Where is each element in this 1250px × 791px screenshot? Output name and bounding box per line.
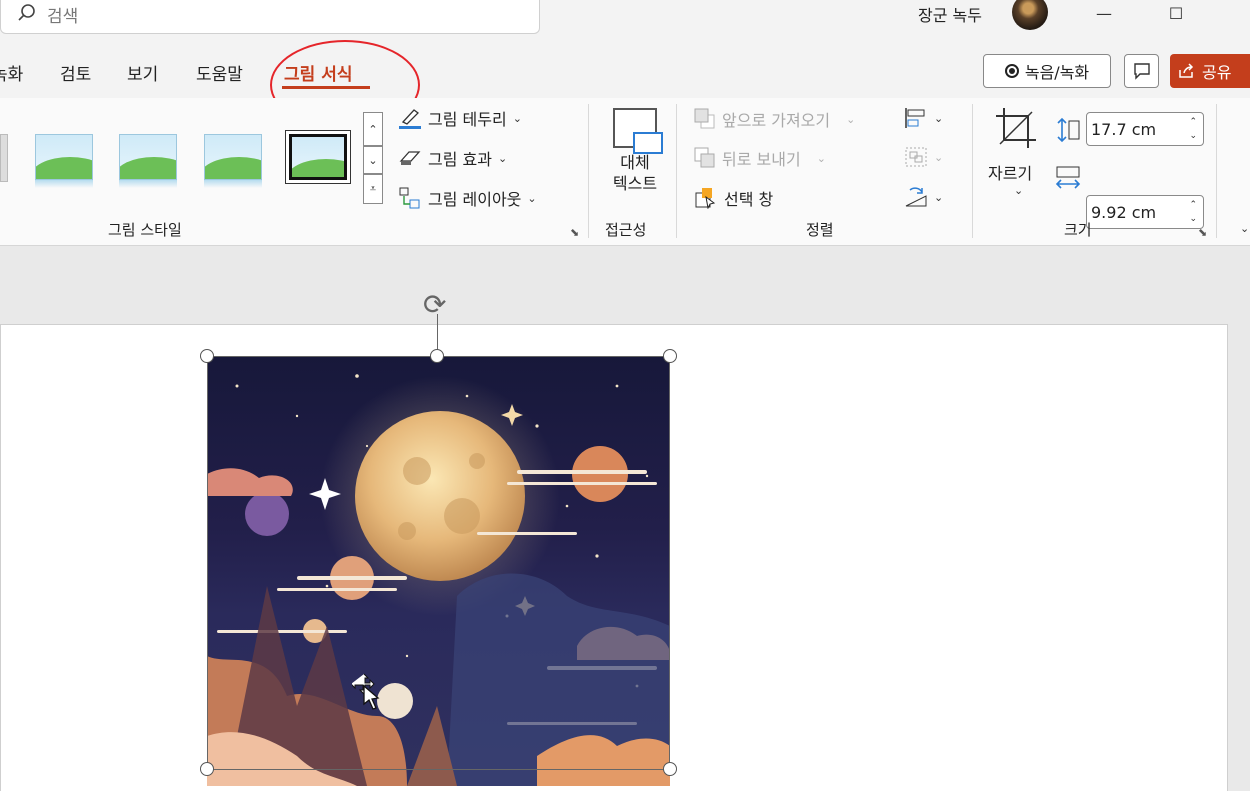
search-placeholder: 검색 xyxy=(47,6,79,27)
comments-button[interactable] xyxy=(1124,54,1159,88)
ribbon-collapse-icon[interactable]: ⌄ xyxy=(1240,222,1249,235)
tab-help[interactable]: 도움말 xyxy=(196,60,243,85)
chevron-down-icon: ⌄ xyxy=(816,151,826,165)
selection-pane-icon xyxy=(695,188,716,209)
resize-handle-top-left[interactable] xyxy=(200,349,214,363)
minimize-button[interactable]: — xyxy=(1084,0,1124,26)
chevron-down-icon: ⌄ xyxy=(512,111,522,125)
shape-width-icon xyxy=(1054,164,1082,196)
chevron-down-icon: ⌄ xyxy=(527,191,537,205)
share-icon xyxy=(1179,63,1194,78)
group-label-picture-styles: 그림 스타일 xyxy=(108,221,182,239)
shape-height-field[interactable]: 17.7 cm ⌃ ⌄ xyxy=(1086,112,1204,146)
record-button[interactable]: 녹음/녹화 xyxy=(983,54,1111,88)
shape-width-field[interactable]: 9.92 cm ⌃ ⌄ xyxy=(1086,195,1204,229)
search-icon xyxy=(18,4,35,21)
group-objects-button[interactable]: ⌄ xyxy=(904,146,943,168)
eraser-effects-icon xyxy=(399,151,421,165)
resize-handle-bottom-right[interactable] xyxy=(663,762,677,776)
group-separator xyxy=(1216,104,1217,238)
dialog-launcher-icon[interactable]: ⬊ xyxy=(1198,226,1207,239)
resize-handle-top-right[interactable] xyxy=(663,349,677,363)
selection-pane-label: 선택 창 xyxy=(724,190,774,209)
align-button[interactable]: ⌄ xyxy=(904,107,943,129)
resize-handle-bottom-left[interactable] xyxy=(200,762,214,776)
user-name: 장군 녹두 xyxy=(918,6,982,25)
chevron-down-icon: ⌄ xyxy=(497,151,508,165)
picture-layout-button[interactable]: 그림 레이아웃 ⌄ xyxy=(398,186,537,210)
gallery-scroll-down-button[interactable]: ⌄ xyxy=(363,146,383,174)
picture-selection-frame xyxy=(207,356,670,770)
group-separator xyxy=(676,104,677,238)
comment-icon xyxy=(1133,63,1150,80)
align-left-icon xyxy=(905,108,925,128)
dialog-launcher-icon[interactable]: ⬊ xyxy=(570,226,579,239)
send-backward-icon xyxy=(694,147,715,168)
record-icon xyxy=(1004,64,1019,78)
tab-review[interactable]: 검토 xyxy=(60,60,91,85)
bring-forward-icon xyxy=(694,108,715,129)
picture-style-thumb[interactable] xyxy=(204,134,262,188)
record-label: 녹음/녹화 xyxy=(1024,63,1090,82)
group-label-accessibility: 접근성 xyxy=(605,221,647,239)
picture-style-thumb[interactable] xyxy=(289,134,347,184)
shape-height-icon xyxy=(1054,116,1082,148)
bring-forward-label: 앞으로 가져오기 xyxy=(722,111,831,130)
group-separator xyxy=(588,104,589,238)
shape-width-value: 9.92 cm xyxy=(1091,202,1157,222)
picture-layout-icon xyxy=(399,187,420,209)
chevron-down-icon: ⌄ xyxy=(934,111,944,125)
picture-border-label: 그림 테두리 xyxy=(428,110,507,129)
tab-recording[interactable]: 녹화 xyxy=(0,60,23,85)
search-input[interactable]: 검색 xyxy=(0,0,540,34)
pen-border-icon xyxy=(399,109,421,129)
bring-forward-button[interactable]: 앞으로 가져오기 ⌄ xyxy=(694,107,855,131)
picture-effects-label: 그림 효과 xyxy=(428,150,492,169)
picture-style-thumb[interactable] xyxy=(119,134,177,188)
alt-text-label-line1: 대체 xyxy=(620,153,650,172)
group-separator xyxy=(972,104,973,238)
style-thumb-partial[interactable] xyxy=(0,134,8,182)
tab-view[interactable]: 보기 xyxy=(127,60,158,85)
chevron-down-icon: ⌄ xyxy=(846,112,856,126)
chevron-down-icon[interactable]: ⌄ xyxy=(1014,184,1023,197)
chevron-down-icon: ⌄ xyxy=(934,190,944,204)
send-backward-label: 뒤로 보내기 xyxy=(722,150,801,169)
picture-layout-label: 그림 레이아웃 xyxy=(428,190,522,209)
rotate-button[interactable]: ⌄ xyxy=(904,186,943,208)
group-label-arrange: 정렬 xyxy=(806,221,834,239)
share-label: 공유 xyxy=(1202,63,1232,82)
picture-effects-button[interactable]: 그림 효과 ⌄ xyxy=(398,146,507,170)
chevron-down-icon: ⌄ xyxy=(934,150,944,164)
alt-text-label-line2: 텍스트 xyxy=(612,174,658,193)
gallery-scroll-up-button[interactable]: ⌃ xyxy=(363,112,383,146)
maximize-button[interactable]: ☐ xyxy=(1156,0,1196,26)
shape-height-value: 17.7 cm xyxy=(1091,119,1157,139)
rotate-handle-icon[interactable]: ⟳ xyxy=(423,288,446,321)
alt-text-icon xyxy=(613,108,663,154)
share-button[interactable]: 공유 xyxy=(1170,54,1250,88)
alt-text-button[interactable]: 대체 텍스트 xyxy=(604,108,666,194)
move-cursor-icon xyxy=(350,672,386,720)
crop-label: 자르기 xyxy=(988,164,1033,183)
gallery-more-button[interactable]: ⩡ xyxy=(363,174,383,204)
group-label-size: 크기 xyxy=(1064,221,1092,239)
height-spinner[interactable]: ⌃ ⌄ xyxy=(1189,115,1197,143)
rotate-icon xyxy=(905,187,927,207)
crop-icon xyxy=(996,108,1036,148)
selection-pane-button[interactable]: 선택 창 xyxy=(694,186,773,210)
crop-button[interactable] xyxy=(994,106,1038,154)
send-backward-button[interactable]: 뒤로 보내기 ⌄ xyxy=(694,146,826,170)
picture-border-button[interactable]: 그림 테두리 ⌄ xyxy=(398,106,522,130)
group-objects-icon xyxy=(905,147,927,167)
width-spinner[interactable]: ⌃ ⌄ xyxy=(1189,198,1197,226)
picture-style-thumb[interactable] xyxy=(35,134,93,188)
resize-handle-top[interactable] xyxy=(430,349,444,363)
